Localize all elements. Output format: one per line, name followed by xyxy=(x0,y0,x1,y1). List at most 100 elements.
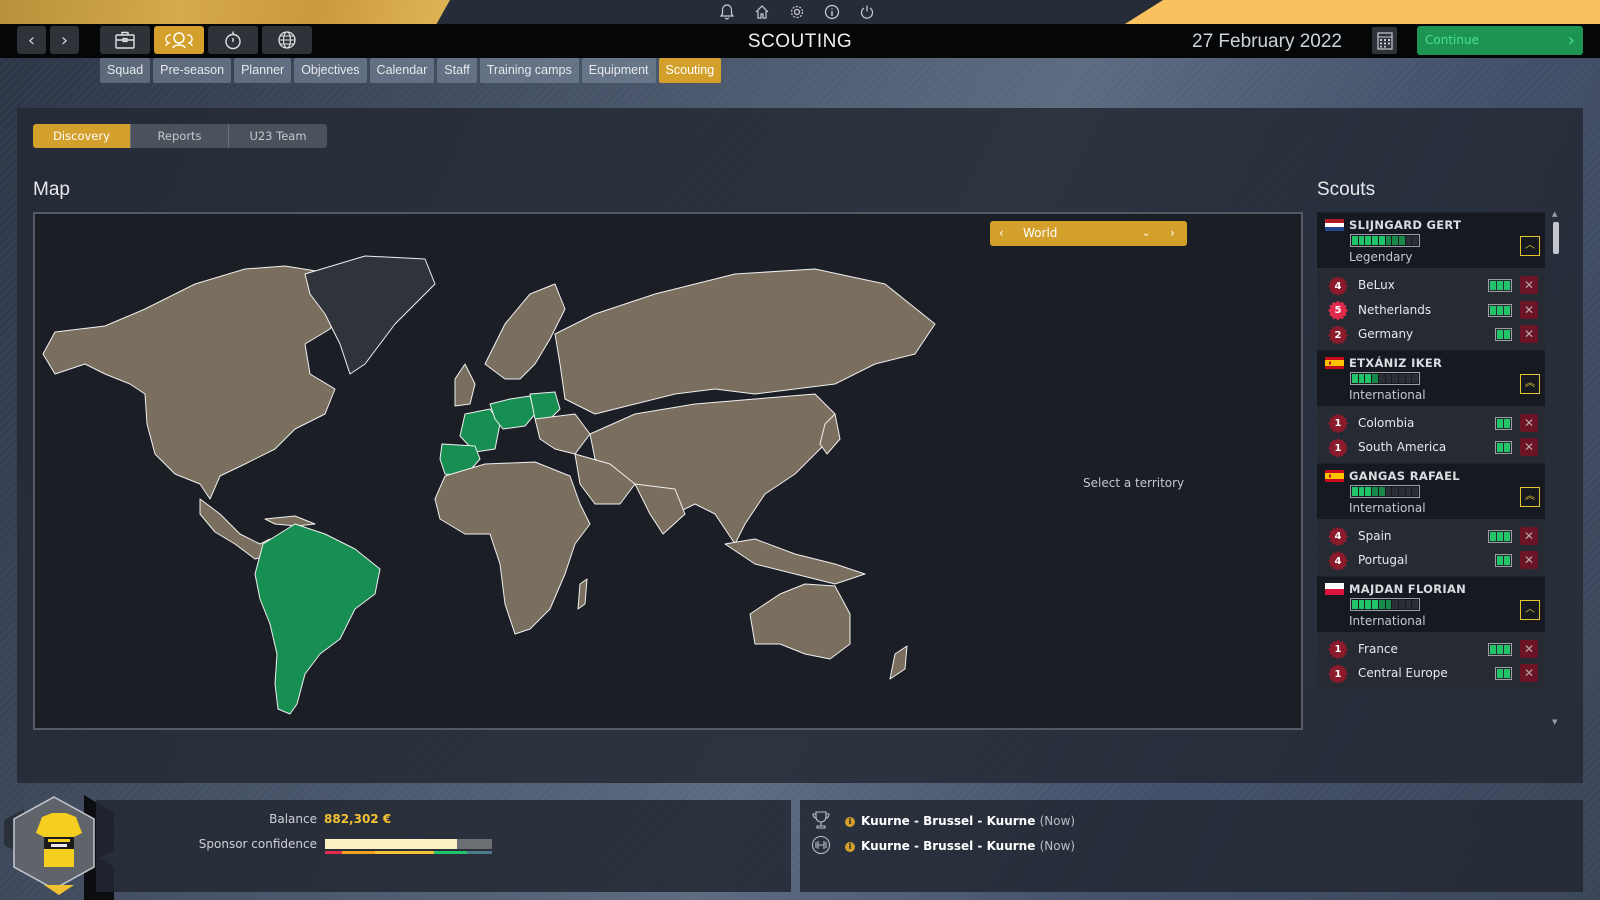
remove-assignment-button[interactable]: ✕ xyxy=(1520,438,1538,456)
level-segment xyxy=(1378,236,1385,245)
continue-label: Continue xyxy=(1425,33,1479,47)
subnav-training-camps[interactable]: Training camps xyxy=(479,58,579,83)
territory-russia[interactable] xyxy=(554,268,936,415)
assignment-row: 1 Colombia ✕ xyxy=(1317,412,1545,437)
level-segment xyxy=(1358,486,1365,496)
level-segment xyxy=(1385,236,1392,245)
scout-name: ETXÁNIZ IKER xyxy=(1349,355,1443,370)
scout-level-bar xyxy=(1350,484,1420,498)
territory-asia[interactable] xyxy=(589,393,836,545)
mode-button-race[interactable] xyxy=(208,26,258,54)
scrollbar-thumb[interactable] xyxy=(1553,222,1559,254)
subnav-scouting[interactable]: Scouting xyxy=(658,58,722,83)
territory-uk[interactable] xyxy=(454,363,476,407)
scroll-up-icon[interactable]: ▲ xyxy=(1552,210,1557,218)
level-segment xyxy=(1412,599,1419,609)
territory-north-america[interactable] xyxy=(42,265,346,500)
priority-badge: 4 xyxy=(1328,276,1348,296)
subnav-equipment[interactable]: Equipment xyxy=(581,58,656,83)
assignment-progress xyxy=(1495,667,1512,680)
double-chevron-up-icon[interactable]: ︽ xyxy=(1520,486,1540,507)
remove-assignment-button[interactable]: ✕ xyxy=(1520,413,1538,432)
world-map[interactable]: ‹ World ⌄ › Select a territory xyxy=(33,212,1303,730)
level-segment xyxy=(1392,236,1398,245)
sub-navigation: Squad Pre-season Planner Objectives Cale… xyxy=(100,58,722,83)
main-header: ‹ › SCOUTING 27 February 2022 Continue › xyxy=(0,24,1600,58)
event-item[interactable]: i Kuurne - Brussel - Kuurne (Now) xyxy=(845,839,1075,853)
remove-assignment-button[interactable]: ✕ xyxy=(1520,664,1538,682)
priority-badge: 2 xyxy=(1328,325,1348,345)
remove-assignment-button[interactable]: ✕ xyxy=(1520,276,1538,294)
territory-madagascar[interactable] xyxy=(577,578,588,610)
territory-scandinavia[interactable] xyxy=(484,283,566,380)
remove-assignment-button[interactable]: ✕ xyxy=(1520,526,1538,545)
next-region-icon[interactable]: › xyxy=(1170,221,1175,246)
forward-button[interactable]: › xyxy=(50,26,79,54)
mode-button-team[interactable] xyxy=(154,26,204,54)
remove-assignment-button[interactable]: ✕ xyxy=(1520,300,1538,319)
chevron-up-icon[interactable]: ︿ xyxy=(1520,236,1540,256)
tab-u23-team[interactable]: U23 Team xyxy=(229,124,327,148)
home-icon[interactable] xyxy=(751,2,772,22)
prev-region-icon[interactable]: ‹ xyxy=(999,221,1004,246)
subnav-pre-season[interactable]: Pre-season xyxy=(153,58,232,83)
level-segment xyxy=(1392,373,1398,383)
remove-assignment-button[interactable]: ✕ xyxy=(1520,325,1538,343)
territory-central-europe[interactable] xyxy=(529,391,561,420)
continue-button[interactable]: Continue › xyxy=(1417,26,1583,55)
info-dot-icon: i xyxy=(845,842,855,852)
region-selector[interactable]: ‹ World ⌄ › xyxy=(990,221,1187,246)
subnav-objectives[interactable]: Objectives xyxy=(294,58,367,83)
level-segment xyxy=(1372,373,1378,383)
mode-button-world[interactable] xyxy=(262,26,312,54)
info-dot-icon: i xyxy=(845,817,855,827)
territory-africa[interactable] xyxy=(434,461,591,635)
subnav-calendar[interactable]: Calendar xyxy=(369,58,435,83)
balance-label: Balance xyxy=(269,812,317,826)
subnav-staff[interactable]: Staff xyxy=(437,58,477,83)
info-icon[interactable] xyxy=(821,2,842,22)
map-canvas[interactable] xyxy=(35,214,1301,728)
assignment-row: 4 Portugal ✕ xyxy=(1317,549,1545,574)
level-segment xyxy=(1365,486,1372,496)
chevron-up-icon[interactable]: ︿ xyxy=(1520,599,1540,620)
level-segment xyxy=(1352,599,1358,609)
scout-rank: International xyxy=(1349,387,1426,402)
scout-card[interactable]: MAJDAN FLORIAN International ︿ xyxy=(1317,575,1545,632)
territory-caribbean[interactable] xyxy=(264,515,316,527)
territory-new-zealand[interactable] xyxy=(889,645,908,680)
scroll-down-icon[interactable]: ▼ xyxy=(1552,718,1557,726)
power-icon[interactable] xyxy=(856,2,877,22)
scouts-scrollbar[interactable]: ▲ ▼ xyxy=(1552,210,1560,726)
territory-south-america[interactable] xyxy=(254,523,381,715)
calendar-button[interactable] xyxy=(1372,27,1397,54)
assignment-progress xyxy=(1488,642,1512,656)
scout-card[interactable]: GANGAS RAFAEL International ︽ xyxy=(1317,462,1545,519)
territory-australia[interactable] xyxy=(749,583,851,660)
gear-icon[interactable] xyxy=(786,2,807,22)
sponsor-confidence-fill xyxy=(325,839,457,849)
subnav-planner[interactable]: Planner xyxy=(234,58,292,83)
chevron-right-icon: › xyxy=(1567,30,1575,51)
decor-left xyxy=(0,0,450,24)
bell-icon[interactable] xyxy=(716,2,737,22)
mode-button-management[interactable] xyxy=(100,26,150,54)
remove-assignment-button[interactable]: ✕ xyxy=(1520,551,1538,569)
territory-se-asia[interactable] xyxy=(724,538,866,585)
event-item[interactable]: i Kuurne - Brussel - Kuurne (Now) xyxy=(845,814,1075,828)
scout-card[interactable]: SLIJNGARD GERT Legendary ︿ xyxy=(1317,212,1545,268)
territory-eastern-europe[interactable] xyxy=(534,413,591,455)
double-chevron-up-icon[interactable]: ︽ xyxy=(1520,373,1540,394)
tab-discovery[interactable]: Discovery xyxy=(33,124,131,148)
scouts-list: SLIJNGARD GERT Legendary ︿ 4 BeLux ✕ 5 N… xyxy=(1317,212,1545,718)
chevron-down-icon[interactable]: ⌄ xyxy=(1142,221,1150,246)
tab-reports[interactable]: Reports xyxy=(131,124,229,148)
assignment-territory: Central Europe xyxy=(1358,666,1448,680)
assignment-progress xyxy=(1488,529,1512,543)
back-button[interactable]: ‹ xyxy=(17,26,46,54)
subnav-squad[interactable]: Squad xyxy=(100,58,151,83)
remove-assignment-button[interactable]: ✕ xyxy=(1520,639,1538,658)
scout-card[interactable]: ETXÁNIZ IKER International ︽ xyxy=(1317,349,1545,406)
level-segment xyxy=(1358,373,1365,383)
assignment-row: 2 Germany ✕ xyxy=(1317,323,1545,348)
